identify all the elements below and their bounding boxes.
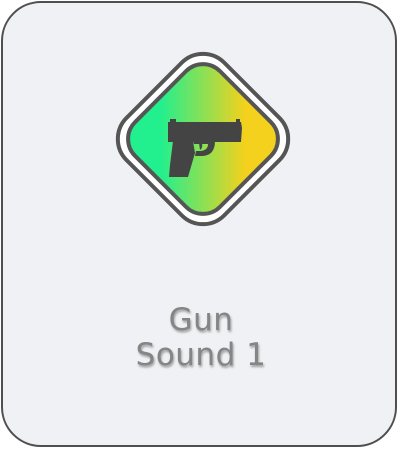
- title-line-2: Sound 1: [135, 337, 267, 373]
- title-line-1: Gun: [168, 302, 234, 338]
- diamond-frame: [115, 51, 291, 227]
- sound-badge: [91, 27, 315, 251]
- sound-title: Gun Sound 1: [3, 303, 399, 373]
- sound-card[interactable]: Gun Sound 1: [1, 1, 397, 447]
